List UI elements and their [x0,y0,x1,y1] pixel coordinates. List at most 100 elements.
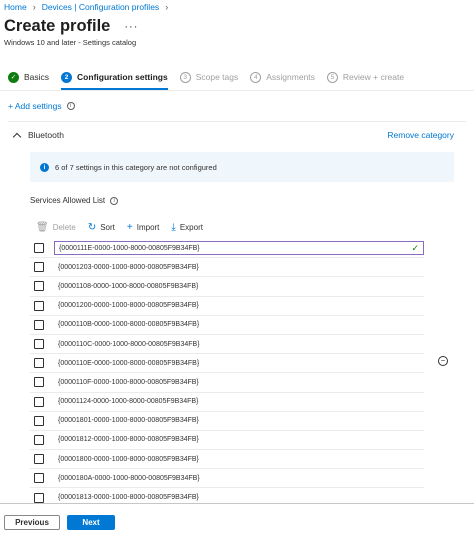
row-checkbox[interactable] [34,377,44,388]
service-uuid-value: {0000180A-0000-1000-8000-00805F9B34FB} [58,474,200,482]
page-header: Create profile ··· [4,17,138,36]
service-uuid-value: {00001812-0000-1000-8000-00805F9B34FB} [58,436,199,444]
import-button[interactable]: + Import [127,222,160,233]
step-scope-tags[interactable]: 3 Scope tags [179,66,239,88]
step-number: 3 [179,71,191,83]
row-checkbox[interactable] [34,396,44,407]
breadcrumb-configuration-profiles-link[interactable]: Devices | Configuration profiles [42,2,160,12]
list-item[interactable]: {00001108-0000-1000-8000-00805F9B34FB} [30,277,424,297]
list-item[interactable]: {0000180A-0000-1000-8000-00805F9B34FB} [30,469,424,489]
service-uuid-value: {0000111E-0000-1000-8000-00805F9B34FB} [59,244,200,252]
row-checkbox[interactable] [34,339,44,350]
breadcrumb-home-link[interactable]: Home [4,2,27,12]
step-number: 5 [326,71,338,83]
service-uuid-value: {0000110F-0000-1000-8000-00805F9B34FB} [58,378,199,386]
wizard-steps: ✓ Basics 2 Configuration settings 3 Scop… [8,66,474,90]
step-label: Review + create [342,72,405,82]
list-item[interactable]: {0000110F-0000-1000-8000-00805F9B34FB} [30,373,424,393]
next-button[interactable]: Next [67,515,115,530]
step-label: Basics [24,72,50,82]
row-checkbox[interactable] [34,454,44,465]
export-label: Export [179,223,203,232]
chevron-right-icon: › [32,2,36,12]
category-name: Bluetooth [28,130,64,140]
download-icon: ⤓ [171,222,176,233]
row-checkbox[interactable] [34,492,44,503]
trash-icon: 🗑 [36,222,49,233]
service-uuid-value: {0000110B-0000-1000-8000-00805F9B34FB} [58,321,200,329]
step-label: Scope tags [195,72,239,82]
step-label: Configuration settings [77,72,168,82]
list-item[interactable]: {00001203-0000-1000-8000-00805F9B34FB} [30,258,424,278]
info-icon[interactable]: i [66,102,75,110]
service-uuid-value: {0000110C-0000-1000-8000-00805F9B34FB} [58,340,200,348]
row-checkbox[interactable] [34,473,44,484]
info-icon[interactable]: i [110,196,119,205]
list-item[interactable]: {00001124-0000-1000-8000-00805F9B34FB} [30,393,424,412]
breadcrumb: Home › Devices | Configuration profiles … [4,2,171,12]
list-item: {0000111E-0000-1000-8000-00805F9B34FB} ✓ [30,239,424,259]
delete-label: Delete [52,223,76,232]
step-number: 4 [250,71,262,83]
page-title: Create profile [4,17,111,35]
sort-icon: ↻ [87,222,97,233]
list-item[interactable]: {0000110E-0000-1000-8000-00805F9B34FB} [30,354,424,374]
category-divider [8,121,466,122]
wizard-footer: Previous Next [0,503,474,537]
checkmark-icon: ✓ [411,242,419,253]
sort-button[interactable]: ↻ Sort [88,222,115,233]
list-item[interactable]: {00001812-0000-1000-8000-00805F9B34FB} [30,431,424,451]
service-uuid-value: {00001801-0000-1000-8000-00805F9B34FB} [58,417,199,425]
steps-divider [0,90,474,91]
remove-category-link[interactable]: Remove category [387,130,454,140]
service-uuid-value: {00001108-0000-1000-8000-00805F9B34FB} [58,282,199,290]
services-allowed-list-label: Services Allowed List i [30,196,119,205]
row-checkbox[interactable] [34,281,44,292]
service-uuid-value: {00001203-0000-1000-8000-00805F9B34FB} [58,263,199,271]
check-icon: ✓ [8,71,19,83]
add-settings-label: + Add settings [8,101,62,111]
service-uuid-input[interactable]: {0000111E-0000-1000-8000-00805F9B34FB} ✓ [54,241,424,256]
category-header: Bluetooth Remove category [12,130,454,141]
plus-icon: + [126,222,133,233]
step-assignments[interactable]: 4 Assignments [250,66,315,88]
row-checkbox[interactable] [34,262,44,273]
services-list: {0000111E-0000-1000-8000-00805F9B34FB} ✓… [30,239,424,508]
chevron-right-icon: › [165,2,169,12]
export-button[interactable]: ⤓ Export [171,222,203,233]
more-options-icon[interactable]: ··· [124,21,138,33]
list-title: Services Allowed List [30,196,106,205]
service-uuid-value: {00001200-0000-1000-8000-00805F9B34FB} [58,302,199,310]
row-checkbox[interactable] [34,434,44,445]
add-settings-link[interactable]: + Add settings i [8,101,75,111]
page-subtitle: Windows 10 and later - Settings catalog [4,38,137,47]
list-item[interactable]: {00001801-0000-1000-8000-00805F9B34FB} [30,412,424,431]
list-toolbar: 🗑 Delete ↻ Sort + Import ⤓ Export [36,222,203,233]
remove-setting-icon[interactable]: − [438,356,448,366]
row-checkbox[interactable] [34,358,44,369]
step-label: Assignments [266,72,315,82]
row-checkbox[interactable] [34,415,44,426]
row-checkbox[interactable] [34,243,44,254]
list-item[interactable]: {0000110C-0000-1000-8000-00805F9B34FB} [30,335,424,355]
list-item[interactable]: {0000110B-0000-1000-8000-00805F9B34FB} [30,316,424,335]
list-item[interactable]: {00001800-0000-1000-8000-00805F9B34FB} [30,450,424,470]
info-banner: i 6 of 7 settings in this category are n… [30,152,454,182]
info-icon: i [40,162,49,172]
list-item[interactable]: {00001200-0000-1000-8000-00805F9B34FB} [30,297,424,316]
service-uuid-value: {0000110E-0000-1000-8000-00805F9B34FB} [58,359,200,367]
step-review-create[interactable]: 5 Review + create [326,66,405,88]
category-toggle[interactable]: Bluetooth [12,130,64,141]
service-uuid-value: {00001813-0000-1000-8000-00805F9B34FB} [58,494,199,502]
delete-button[interactable]: 🗑 Delete [36,222,76,233]
import-label: Import [136,223,160,232]
step-basics[interactable]: ✓ Basics [8,66,49,88]
step-configuration-settings[interactable]: 2 Configuration settings [61,66,168,90]
service-uuid-value: {00001800-0000-1000-8000-00805F9B34FB} [58,455,199,463]
chevron-up-icon [12,132,22,141]
row-checkbox[interactable] [34,300,44,311]
row-checkbox[interactable] [34,319,44,330]
previous-button[interactable]: Previous [4,515,60,530]
sort-label: Sort [100,223,115,232]
banner-text: 6 of 7 settings in this category are not… [55,162,217,172]
